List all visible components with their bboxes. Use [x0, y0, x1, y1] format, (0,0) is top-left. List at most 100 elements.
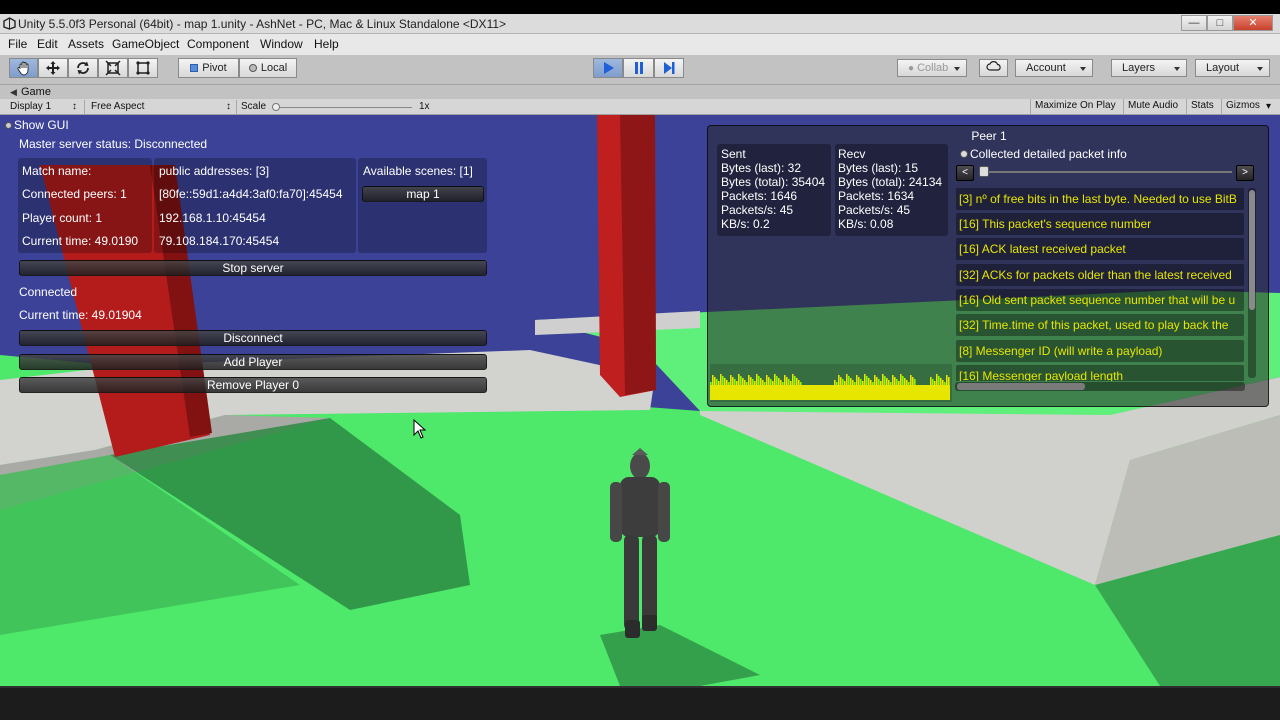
- graph-bar: [906, 380, 908, 385]
- mouse-cursor-icon: [413, 419, 427, 439]
- available-scenes-label: Available scenes: [1]: [363, 164, 473, 178]
- local-toggle[interactable]: Local: [239, 58, 297, 78]
- hscrollbar-thumb[interactable]: [957, 383, 1085, 390]
- menu-file[interactable]: File: [8, 37, 27, 51]
- graph-bar: [762, 380, 764, 385]
- graph-bar: [728, 382, 730, 385]
- graph-bar: [908, 382, 910, 385]
- packet-list-vscrollbar[interactable]: [1248, 188, 1256, 378]
- next-packet-button[interactable]: >: [1236, 165, 1254, 181]
- graph-bar: [892, 375, 894, 385]
- graph-bar: [836, 382, 838, 385]
- prev-packet-button[interactable]: <: [956, 165, 974, 181]
- graph-bar: [914, 379, 916, 385]
- menu-assets[interactable]: Assets: [68, 37, 104, 51]
- local-label: Local: [260, 62, 288, 74]
- detail-toggle-label[interactable]: Collected detailed packet info: [970, 147, 1127, 161]
- collab-label: Collab: [917, 62, 949, 74]
- menu-window[interactable]: Window: [260, 37, 303, 51]
- aspect-dropdown[interactable]: Free Aspect: [91, 101, 144, 112]
- disconnect-button[interactable]: Disconnect: [19, 330, 487, 346]
- game-viewport[interactable]: Show GUI Master server status: Disconnec…: [0, 115, 1280, 686]
- show-gui-toggle-icon[interactable]: [5, 118, 14, 132]
- scale-tool-button[interactable]: [98, 58, 128, 78]
- play-button[interactable]: [593, 58, 623, 78]
- packet-slider-track[interactable]: [980, 171, 1232, 173]
- layers-dropdown[interactable]: Layers: [1111, 59, 1187, 77]
- graph-bar: [948, 377, 950, 385]
- menu-component[interactable]: Component: [187, 37, 249, 51]
- cloud-button[interactable]: [979, 59, 1008, 77]
- graph-bar: [784, 375, 786, 385]
- sent-bytes-total: Bytes (total): 35404: [721, 175, 826, 189]
- packet-slider-handle[interactable]: [979, 166, 989, 177]
- layout-label: Layout: [1206, 62, 1240, 74]
- maximize-on-play-toggle[interactable]: Maximize On Play: [1030, 99, 1120, 114]
- packet-row: [32] ACKs for packets older than the lat…: [956, 264, 1244, 286]
- scale-slider-handle[interactable]: [272, 103, 280, 111]
- step-button[interactable]: [654, 58, 684, 78]
- display-dropdown[interactable]: Display 1: [10, 101, 51, 112]
- scale-slider-track[interactable]: [276, 107, 412, 108]
- vscrollbar-thumb[interactable]: [1249, 190, 1255, 310]
- account-dropdown[interactable]: Account: [1015, 59, 1093, 77]
- graph-bar: [726, 380, 728, 385]
- stop-server-button[interactable]: Stop server: [19, 260, 487, 276]
- pause-button[interactable]: [623, 58, 654, 78]
- menu-bar: File Edit Assets GameObject Component Wi…: [0, 34, 1280, 55]
- packet-detail-list[interactable]: [3] nº of free bits in the last byte. Ne…: [956, 188, 1246, 381]
- show-gui-label[interactable]: Show GUI: [14, 118, 69, 132]
- graph-bar: [880, 381, 882, 385]
- graph-bar: [940, 378, 942, 385]
- graph-bar: [852, 380, 854, 385]
- pivot-icon: [190, 64, 199, 72]
- graph-bar: [932, 379, 934, 385]
- hand-tool-button[interactable]: [9, 58, 38, 78]
- graph-bar: [788, 379, 790, 385]
- graph-bar: [944, 382, 946, 385]
- transform-tools: [9, 58, 158, 78]
- window-title: Unity 5.5.0f3 Personal (64bit) - map 1.u…: [18, 17, 507, 31]
- maximize-button[interactable]: □: [1207, 15, 1233, 31]
- minimize-button[interactable]: —: [1181, 15, 1207, 31]
- menu-help[interactable]: Help: [314, 37, 339, 51]
- move-tool-button[interactable]: [38, 58, 68, 78]
- move-arrows-icon: [46, 61, 60, 75]
- collab-dropdown[interactable]: ● Collab: [897, 59, 967, 77]
- rect-tool-button[interactable]: [128, 58, 158, 78]
- graph-bar: [752, 379, 754, 385]
- game-view-tab[interactable]: ◀ Game: [0, 85, 1280, 99]
- rotate-tool-button[interactable]: [68, 58, 98, 78]
- graph-bar: [774, 374, 776, 385]
- detail-toggle-checkbox[interactable]: [960, 150, 968, 158]
- playback-controls: [593, 58, 684, 78]
- sent-kbps: KB/s: 0.2: [721, 217, 770, 231]
- graph-bar: [862, 381, 864, 385]
- graph-bar: [870, 380, 872, 385]
- menu-gameobject[interactable]: GameObject: [112, 37, 179, 51]
- graph-bar: [882, 374, 884, 385]
- layout-dropdown[interactable]: Layout: [1195, 59, 1270, 77]
- gizmos-dropdown[interactable]: Gizmos: [1221, 99, 1264, 114]
- graph-bar: [730, 375, 732, 385]
- chevron-down-icon: [1080, 67, 1086, 71]
- close-button[interactable]: ✕: [1233, 15, 1273, 31]
- sent-bytes-last: Bytes (last): 32: [721, 161, 802, 175]
- mute-audio-toggle[interactable]: Mute Audio: [1123, 99, 1182, 114]
- public-addresses-label: public addresses: [3]: [159, 164, 270, 178]
- menu-edit[interactable]: Edit: [37, 37, 58, 51]
- stats-toggle[interactable]: Stats: [1186, 99, 1218, 114]
- packet-list-hscrollbar[interactable]: [955, 382, 1245, 391]
- red-pillar-center-shade: [620, 115, 656, 395]
- graph-bar: [858, 377, 860, 385]
- graph-bar: [794, 376, 796, 385]
- graph-bar: [772, 381, 774, 385]
- graph-bar: [866, 376, 868, 385]
- graph-bar: [768, 377, 770, 385]
- sent-header: Sent: [721, 147, 746, 161]
- pivot-toggle[interactable]: Pivot: [178, 58, 239, 78]
- scene-map-1-button[interactable]: map 1: [362, 186, 484, 202]
- game-view-toolbar: Display 1 ↕ Free Aspect ↕ Scale 1x Maxim…: [0, 99, 1280, 115]
- remove-player-button[interactable]: Remove Player 0: [19, 377, 487, 393]
- add-player-button[interactable]: Add Player: [19, 354, 487, 370]
